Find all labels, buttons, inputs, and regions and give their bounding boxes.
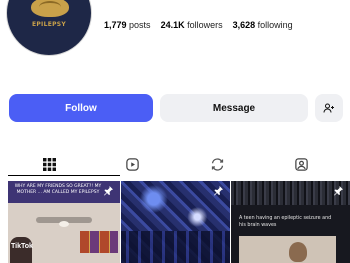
post-thumbnail-2[interactable] xyxy=(121,181,230,263)
post-photo xyxy=(239,236,336,263)
stat-followers-label: followers xyxy=(187,20,223,30)
post-caption: A teen having an epileptic seizure and h… xyxy=(239,216,332,228)
tab-reels[interactable] xyxy=(118,154,146,174)
reels-icon xyxy=(125,157,139,171)
tab-tagged[interactable] xyxy=(287,154,315,174)
avatar-text: EPILEPSY xyxy=(31,21,67,28)
stat-followers[interactable]: 24.1K followers xyxy=(161,20,223,30)
follow-button[interactable]: Follow xyxy=(9,94,153,122)
stat-following-label: following xyxy=(257,20,293,30)
grid-icon xyxy=(42,157,56,171)
stat-posts-value: 1,779 xyxy=(104,20,127,30)
pin-icon xyxy=(214,186,223,196)
pin-icon xyxy=(104,186,113,196)
selected-tab-indicator xyxy=(8,175,120,176)
profile-stats: 1,779 posts 24.1K followers 3,628 follow… xyxy=(104,20,293,30)
ceiling-fan xyxy=(36,217,92,227)
stat-following-value: 3,628 xyxy=(232,20,256,30)
brain-logo-icon xyxy=(31,0,69,17)
tiktok-watermark: TikTok xyxy=(11,243,33,250)
profile-avatar[interactable]: EPILEPSY xyxy=(6,0,92,56)
post-thumbnail-1[interactable]: WHY ARE MY FRIENDS SO GREAT?! MY MOTHER … xyxy=(8,181,120,263)
tagged-person-icon xyxy=(294,157,308,171)
person-add-icon xyxy=(323,103,334,113)
profile-tabs xyxy=(0,154,350,176)
pin-icon xyxy=(334,186,343,196)
post-thumbnail-3[interactable]: A teen having an epileptic seizure and h… xyxy=(231,181,350,263)
stat-following[interactable]: 3,628 following xyxy=(233,20,293,30)
person-figure xyxy=(10,237,32,263)
message-button[interactable]: Message xyxy=(160,94,308,122)
stat-followers-value: 24.1K xyxy=(160,20,185,30)
post-caption: WHY ARE MY FRIENDS SO GREAT?! MY MOTHER … xyxy=(14,184,102,195)
tab-posts-grid[interactable] xyxy=(35,154,63,174)
stat-posts-label: posts xyxy=(129,20,151,30)
crowd xyxy=(121,231,230,263)
wall-posters xyxy=(80,231,118,253)
stat-posts[interactable]: 1,779 posts xyxy=(104,20,151,30)
tab-reposts[interactable] xyxy=(203,154,231,174)
suggest-people-button[interactable] xyxy=(315,94,343,122)
repost-icon xyxy=(211,157,223,171)
